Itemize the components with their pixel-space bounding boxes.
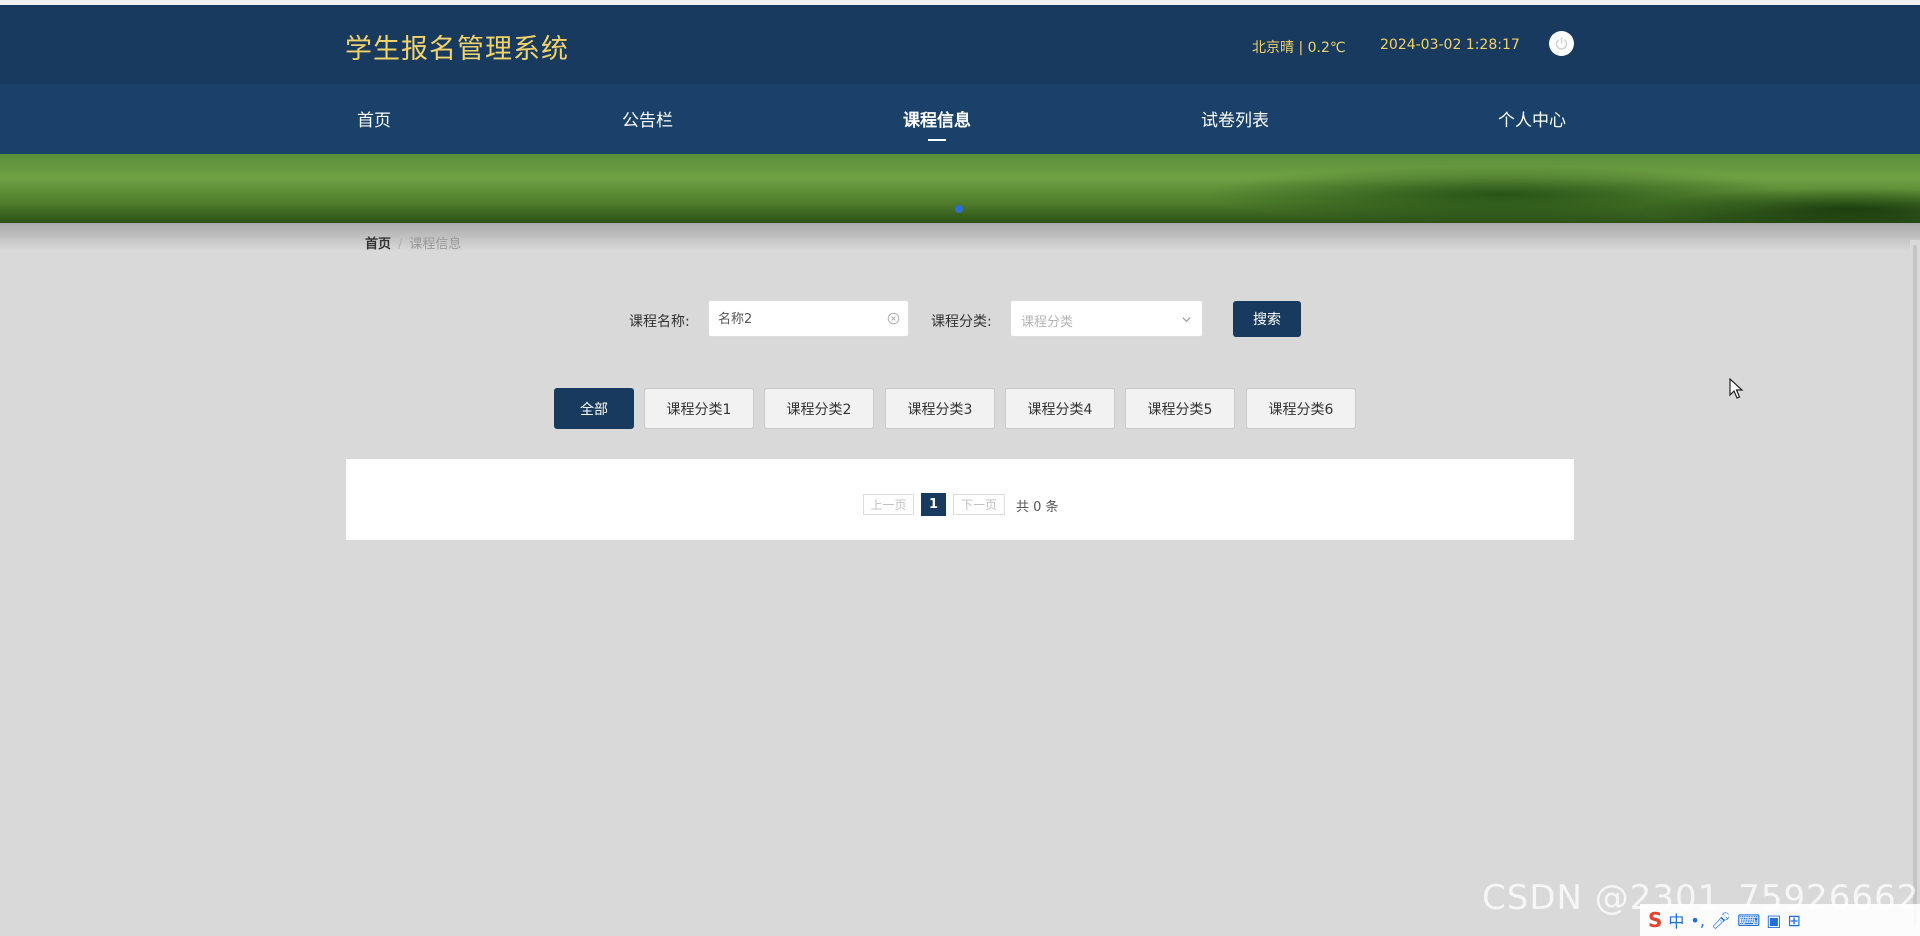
category-tab-1[interactable]: 课程分类1: [644, 388, 754, 429]
nav-item-exams[interactable]: 试卷列表: [1201, 106, 1269, 131]
course-name-input[interactable]: [718, 310, 878, 325]
breadcrumb-separator: /: [398, 237, 403, 252]
course-name-label: 课程名称:: [629, 314, 690, 330]
breadcrumb-home[interactable]: 首页: [365, 237, 391, 252]
category-tab-2[interactable]: 课程分类2: [764, 388, 874, 429]
clear-icon[interactable]: [887, 312, 900, 325]
nav-item-courses[interactable]: 课程信息: [903, 106, 971, 131]
category-select-placeholder: 课程分类: [1021, 315, 1074, 330]
course-category-label: 课程分类:: [931, 314, 992, 330]
banner-shadow: [0, 223, 1920, 251]
carousel-indicator[interactable]: [955, 205, 963, 213]
course-name-field[interactable]: [708, 300, 909, 337]
next-page-button[interactable]: 下一页: [953, 494, 1005, 515]
main-nav: 首页 公告栏 课程信息 试卷列表 个人中心: [0, 84, 1920, 154]
nav-active-indicator: [928, 139, 946, 141]
category-tab-5[interactable]: 课程分类5: [1125, 388, 1235, 429]
category-tab-4[interactable]: 课程分类4: [1005, 388, 1115, 429]
category-tab-3[interactable]: 课程分类3: [885, 388, 995, 429]
site-title[interactable]: 学生报名管理系统: [345, 27, 569, 66]
weather-info: 北京晴 | 0.2℃: [1252, 40, 1346, 56]
current-datetime: 2024-03-02 1:28:17: [1380, 37, 1520, 53]
watermark: CSDN @2301_75926662: [1482, 878, 1920, 918]
nav-item-notice[interactable]: 公告栏: [622, 106, 673, 131]
category-tab-all[interactable]: 全部: [554, 388, 634, 429]
prev-page-button[interactable]: 上一页: [863, 494, 914, 515]
course-category-select[interactable]: 课程分类: [1010, 300, 1203, 337]
breadcrumb: 首页 / 课程信息: [365, 233, 461, 252]
current-page[interactable]: 1: [921, 493, 946, 516]
chevron-down-icon: [1182, 317, 1191, 323]
breadcrumb-current: 课程信息: [409, 237, 462, 252]
scrollbar-thumb[interactable]: [1913, 245, 1917, 925]
search-button[interactable]: 搜索: [1233, 301, 1301, 337]
mouse-cursor-icon: [1729, 378, 1744, 399]
power-icon: [1555, 37, 1568, 50]
category-tab-6[interactable]: 课程分类6: [1246, 388, 1356, 429]
nav-item-profile[interactable]: 个人中心: [1498, 106, 1566, 131]
logout-button[interactable]: [1549, 31, 1574, 56]
site-header: 学生报名管理系统 北京晴 | 0.2℃ 2024-03-02 1:28:17: [0, 5, 1920, 84]
nav-item-home[interactable]: 首页: [357, 106, 391, 131]
pagination-total: 共 0 条: [1016, 500, 1059, 515]
